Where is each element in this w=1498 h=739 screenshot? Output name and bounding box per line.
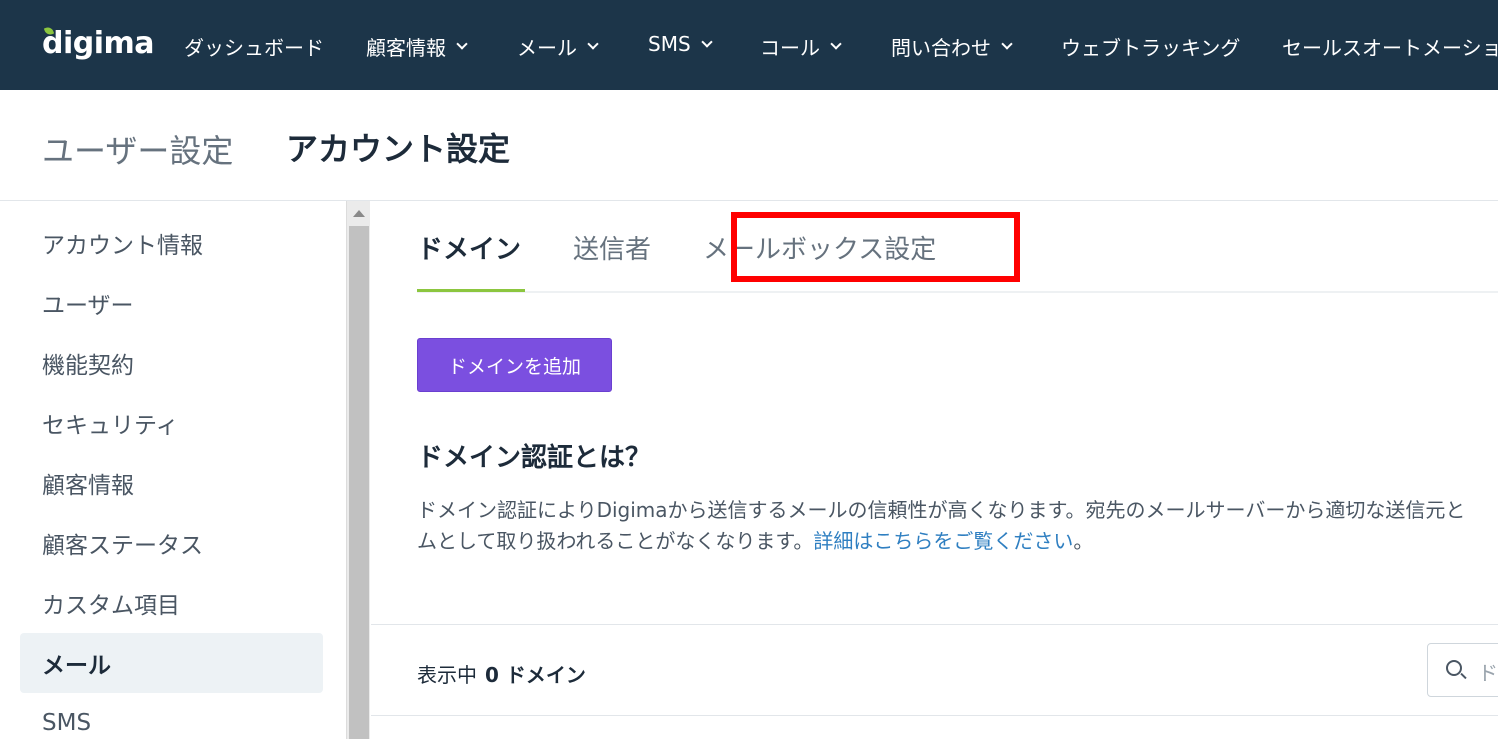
sidebar-item-custom-fields[interactable]: カスタム項目 (20, 573, 323, 633)
user-settings-link[interactable]: ユーザー設定 (42, 126, 233, 172)
description: ドメイン認証によりDigimaから送信するメールの信頼性が高くなります。宛先のメ… (417, 495, 1498, 557)
nav-label: メール (517, 36, 577, 60)
section-title: ドメイン認証とは？ (417, 443, 652, 473)
nav-inquiry[interactable]: 問い合わせ (891, 32, 1013, 61)
details-link[interactable]: 詳細はこちらをご覧ください (813, 529, 1073, 553)
count-value: 0 ドメイン (485, 663, 586, 687)
nav-sms[interactable]: SMS (648, 32, 713, 56)
chevron-down-icon (830, 38, 842, 50)
nav-label: 問い合わせ (891, 36, 991, 60)
nav-label: SMS (648, 32, 691, 56)
chevron-down-icon (456, 38, 468, 50)
sidebar: アカウント情報 ユーザー 機能契約 セキュリティ 顧客情報 顧客ステータス カス… (0, 201, 346, 739)
nav-label: コール (760, 36, 820, 60)
list-toolbar: 表示中 0 ドメイン ド (371, 624, 1498, 716)
nav-call[interactable]: コール (760, 32, 842, 61)
sidebar-item-sms[interactable]: SMS (20, 693, 323, 739)
description-line: ドメイン認証によりDigimaから送信するメールの信頼性が高くなります。宛先のメ… (417, 498, 1466, 522)
sidebar-item-mail[interactable]: メール (20, 633, 323, 693)
search-icon (1446, 660, 1462, 676)
domain-count: 表示中 0 ドメイン (417, 659, 586, 688)
sidebar-item-customer-status[interactable]: 顧客ステータス (20, 513, 323, 573)
nav-mail[interactable]: メール (517, 32, 599, 61)
main-content: ドメイン 送信者 メールボックス設定 ドメインを追加 ドメイン認証とは？ ドメイ… (371, 201, 1498, 739)
search-input[interactable]: ド (1427, 643, 1498, 697)
tab-sender[interactable]: 送信者 (573, 229, 651, 266)
description-line: ムとして取り扱われることがなくなります。詳細はこちらをご覧ください。 (417, 526, 1498, 557)
nav-web-tracking[interactable]: ウェブトラッキング (1061, 32, 1240, 61)
digima-logo[interactable]: digima (42, 26, 155, 61)
sidebar-scrollbar[interactable] (346, 201, 370, 739)
nav-customer-info[interactable]: 顧客情報 (366, 32, 468, 61)
page-header: ユーザー設定 アカウント設定 (0, 90, 1498, 201)
sidebar-item-customer-info[interactable]: 顧客情報 (20, 453, 323, 513)
sidebar-item-users[interactable]: ユーザー (20, 273, 323, 333)
scroll-up-arrow-icon[interactable] (353, 210, 365, 217)
tab-domain[interactable]: ドメイン (417, 229, 521, 266)
chevron-down-icon (587, 38, 599, 50)
count-label: 表示中 (417, 663, 477, 687)
highlight-box (731, 212, 1020, 282)
nav-dashboard[interactable]: ダッシュボード (184, 32, 324, 61)
chevron-down-icon (1001, 38, 1013, 50)
active-tab-underline (417, 289, 525, 292)
sidebar-item-security[interactable]: セキュリティ (20, 393, 323, 453)
scroll-thumb[interactable] (349, 226, 369, 739)
top-nav: digima ダッシュボード 顧客情報 メール SMS コール 問い合わせ ウェ… (0, 0, 1498, 90)
sidebar-item-contract[interactable]: 機能契約 (20, 333, 323, 393)
page-title: アカウント設定 (286, 130, 511, 168)
nav-label: 顧客情報 (366, 36, 446, 60)
logo-text: igima (62, 26, 155, 61)
sidebar-item-account-info[interactable]: アカウント情報 (20, 213, 323, 273)
chevron-down-icon (700, 35, 713, 48)
add-domain-button[interactable]: ドメインを追加 (417, 338, 612, 392)
description-text: 。 (1073, 529, 1094, 553)
search-placeholder: ド (1478, 661, 1498, 685)
nav-label: セールスオートメーショ (1282, 36, 1498, 60)
nav-sales-automation[interactable]: セールスオートメーショ (1282, 32, 1498, 61)
nav-label: ダッシュボード (184, 36, 324, 60)
logo-leaf-icon: d (42, 26, 63, 61)
tab-bar: ドメイン 送信者 メールボックス設定 (417, 201, 1498, 293)
description-text: ムとして取り扱われることがなくなります。 (417, 529, 814, 553)
nav-label: ウェブトラッキング (1061, 36, 1241, 60)
